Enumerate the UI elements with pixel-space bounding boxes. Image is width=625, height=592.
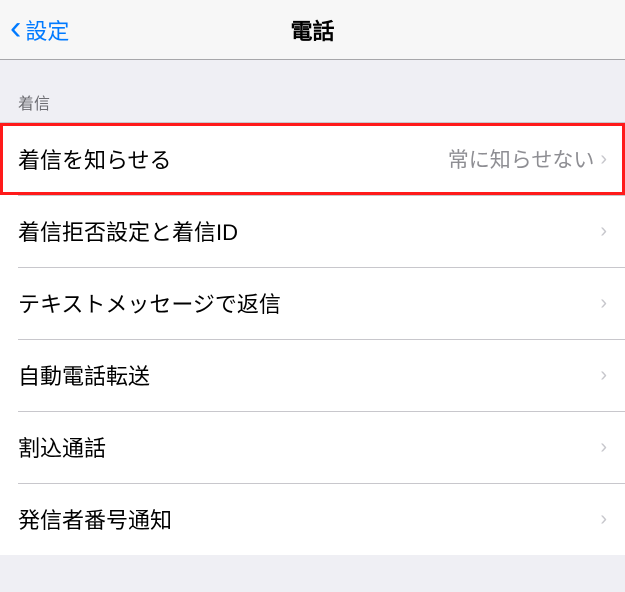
row-value: 常に知らせない <box>448 144 595 174</box>
row-label: 発信者番号通知 <box>18 503 600 535</box>
row-show-caller-id[interactable]: 発信者番号通知 › <box>0 483 625 555</box>
row-call-waiting[interactable]: 割込通話 › <box>0 411 625 483</box>
row-announce-calls[interactable]: 着信を知らせる 常に知らせない › <box>0 123 625 195</box>
row-label: 自動電話転送 <box>18 359 600 391</box>
chevron-right-icon: › <box>600 364 607 387</box>
page-title: 電話 <box>290 14 334 46</box>
row-label: テキストメッセージで返信 <box>18 287 600 319</box>
row-call-forwarding[interactable]: 自動電話転送 › <box>0 339 625 411</box>
navbar: ‹ 設定 電話 <box>0 0 625 60</box>
chevron-right-icon: › <box>600 220 607 243</box>
back-label: 設定 <box>25 14 69 46</box>
chevron-left-icon: ‹ <box>10 11 21 45</box>
chevron-right-icon: › <box>600 292 607 315</box>
row-block-id[interactable]: 着信拒否設定と着信ID › <box>0 195 625 267</box>
row-label: 割込通話 <box>18 431 600 463</box>
back-button[interactable]: ‹ 設定 <box>10 0 69 60</box>
chevron-right-icon: › <box>600 436 607 459</box>
settings-list: 着信を知らせる 常に知らせない › 着信拒否設定と着信ID › テキストメッセー… <box>0 122 625 555</box>
section-header: 着信 <box>0 60 625 122</box>
row-label: 着信を知らせる <box>18 143 448 175</box>
chevron-right-icon: › <box>600 148 607 171</box>
row-text-reply[interactable]: テキストメッセージで返信 › <box>0 267 625 339</box>
row-label: 着信拒否設定と着信ID <box>18 215 600 247</box>
chevron-right-icon: › <box>600 508 607 531</box>
